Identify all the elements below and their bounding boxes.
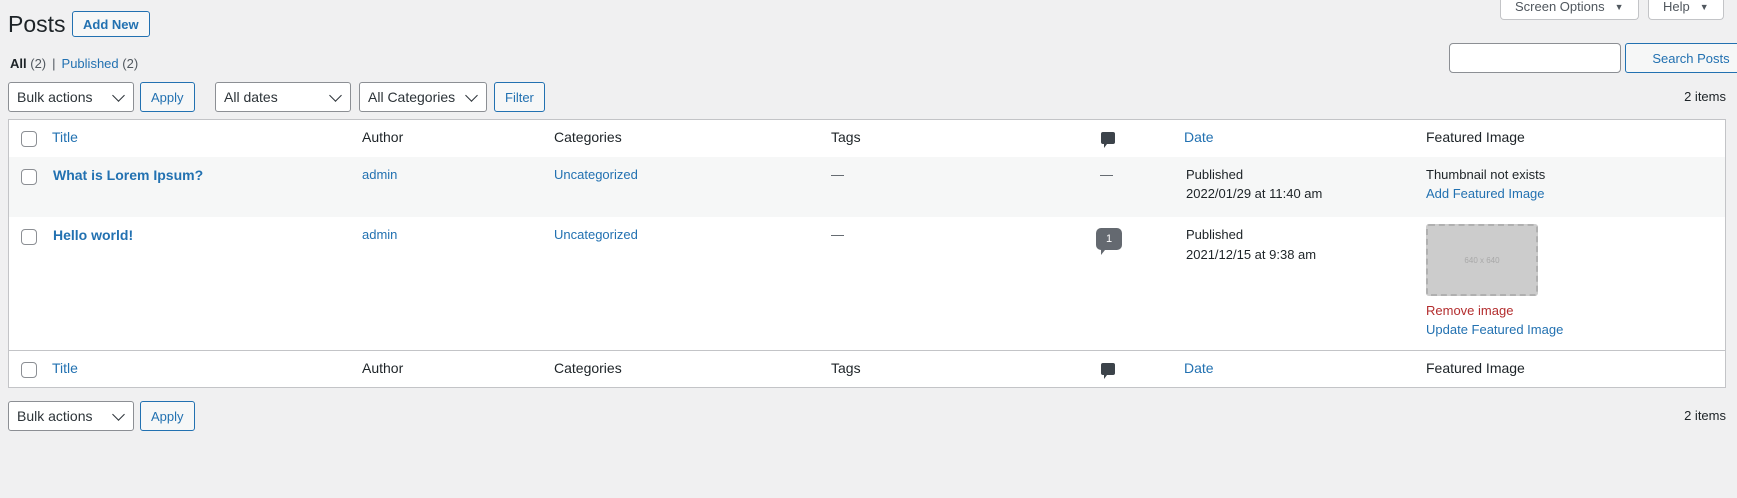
view-all-label: All [10, 56, 27, 71]
categories-value: All Categories [368, 89, 456, 105]
thumbnail-placeholder-text: 640 x 640 [1464, 255, 1500, 265]
column-featured-image: Featured Image [1426, 360, 1525, 376]
table-header: Title Author Categories Tags Date Featur… [9, 120, 1725, 158]
view-separator: | [52, 56, 56, 71]
column-title[interactable]: Title [52, 129, 78, 145]
table-footer: Title Author Categories Tags Date Featur… [9, 350, 1725, 388]
chevron-down-icon [112, 407, 125, 421]
chevron-down-icon [112, 88, 125, 102]
chevron-down-icon [465, 88, 478, 102]
column-tags: Tags [831, 129, 861, 145]
row-checkbox[interactable] [21, 169, 37, 185]
view-published-link[interactable]: Published (2) [62, 56, 139, 71]
post-date: 2021/12/15 at 9:38 am [1186, 247, 1317, 262]
featured-image-thumbnail[interactable]: 640 x 640 [1426, 224, 1538, 296]
triangle-down-icon: ▼ [1614, 1, 1624, 12]
post-title-link[interactable]: What is Lorem Ipsum? [53, 165, 203, 185]
post-category-link[interactable]: Uncategorized [554, 225, 638, 245]
items-count-bottom: 2 items [1684, 408, 1726, 423]
post-tags: — [831, 167, 844, 182]
apply-button-bottom[interactable]: Apply [140, 401, 195, 431]
triangle-down-icon: ▼ [1699, 1, 1709, 12]
comment-count-bubble[interactable]: 1 [1096, 228, 1122, 255]
categories-select[interactable]: All Categories [359, 82, 487, 112]
filter-button[interactable]: Filter [494, 82, 545, 112]
column-date[interactable]: Date [1184, 360, 1214, 376]
column-featured-image: Featured Image [1426, 129, 1525, 145]
column-title[interactable]: Title [52, 360, 78, 376]
post-status-views: All (2) | Published (2) [10, 56, 138, 71]
search-posts-button[interactable]: Search Posts [1625, 43, 1737, 73]
post-category-link[interactable]: Uncategorized [554, 165, 638, 185]
post-author-link[interactable]: admin [362, 225, 397, 245]
column-tags: Tags [831, 360, 861, 376]
post-date: 2022/01/29 at 11:40 am [1186, 186, 1323, 201]
bulk-actions-value: Bulk actions [17, 408, 93, 424]
search-input[interactable] [1449, 43, 1621, 73]
bulk-actions-select-bottom[interactable]: Bulk actions [8, 401, 134, 431]
select-all-checkbox[interactable] [21, 131, 37, 147]
column-categories: Categories [554, 129, 622, 145]
screen-options-tab[interactable]: Screen Options ▼ [1500, 0, 1639, 20]
comment-icon[interactable] [1101, 363, 1115, 379]
posts-table: Title Author Categories Tags Date Featur… [8, 119, 1726, 388]
add-featured-image-link[interactable]: Add Featured Image [1426, 184, 1545, 204]
page-title: Posts [8, 11, 66, 37]
column-categories: Categories [554, 360, 622, 376]
column-author: Author [362, 360, 404, 376]
post-status: Published [1186, 167, 1244, 182]
post-title-link[interactable]: Hello world! [53, 225, 133, 245]
comment-icon[interactable] [1101, 132, 1115, 148]
add-new-button[interactable]: Add New [72, 11, 150, 37]
column-date[interactable]: Date [1184, 129, 1214, 145]
screen-options-label: Screen Options [1515, 0, 1605, 14]
post-tags: — [831, 227, 844, 242]
row-checkbox[interactable] [21, 229, 37, 245]
view-published-label: Published [61, 56, 119, 71]
apply-button[interactable]: Apply [140, 82, 195, 112]
help-label: Help [1663, 0, 1690, 14]
column-author: Author [362, 129, 404, 145]
help-tab[interactable]: Help ▼ [1648, 0, 1724, 20]
thumbnail-missing-note: Thumbnail not exists [1426, 167, 1546, 182]
chevron-down-icon [329, 88, 342, 102]
bulk-actions-select[interactable]: Bulk actions [8, 82, 134, 112]
view-all-link[interactable]: All (2) [10, 56, 46, 71]
post-status: Published [1186, 227, 1244, 242]
select-all-checkbox[interactable] [21, 362, 37, 378]
dates-select[interactable]: All dates [215, 82, 351, 112]
post-author-link[interactable]: admin [362, 165, 397, 185]
table-row: Hello world! admin Uncategorized — 1 Pub… [9, 217, 1725, 350]
dates-value: All dates [224, 89, 278, 105]
update-featured-image-link[interactable]: Update Featured Image [1426, 320, 1563, 340]
view-all-count: (2) [30, 56, 47, 71]
view-published-count: (2) [122, 56, 139, 71]
post-comments: — [1100, 167, 1113, 182]
table-row: What is Lorem Ipsum? admin Uncategorized… [9, 157, 1725, 217]
remove-image-link[interactable]: Remove image [1426, 301, 1513, 321]
items-count: 2 items [1684, 89, 1726, 104]
bulk-actions-value: Bulk actions [17, 89, 93, 105]
